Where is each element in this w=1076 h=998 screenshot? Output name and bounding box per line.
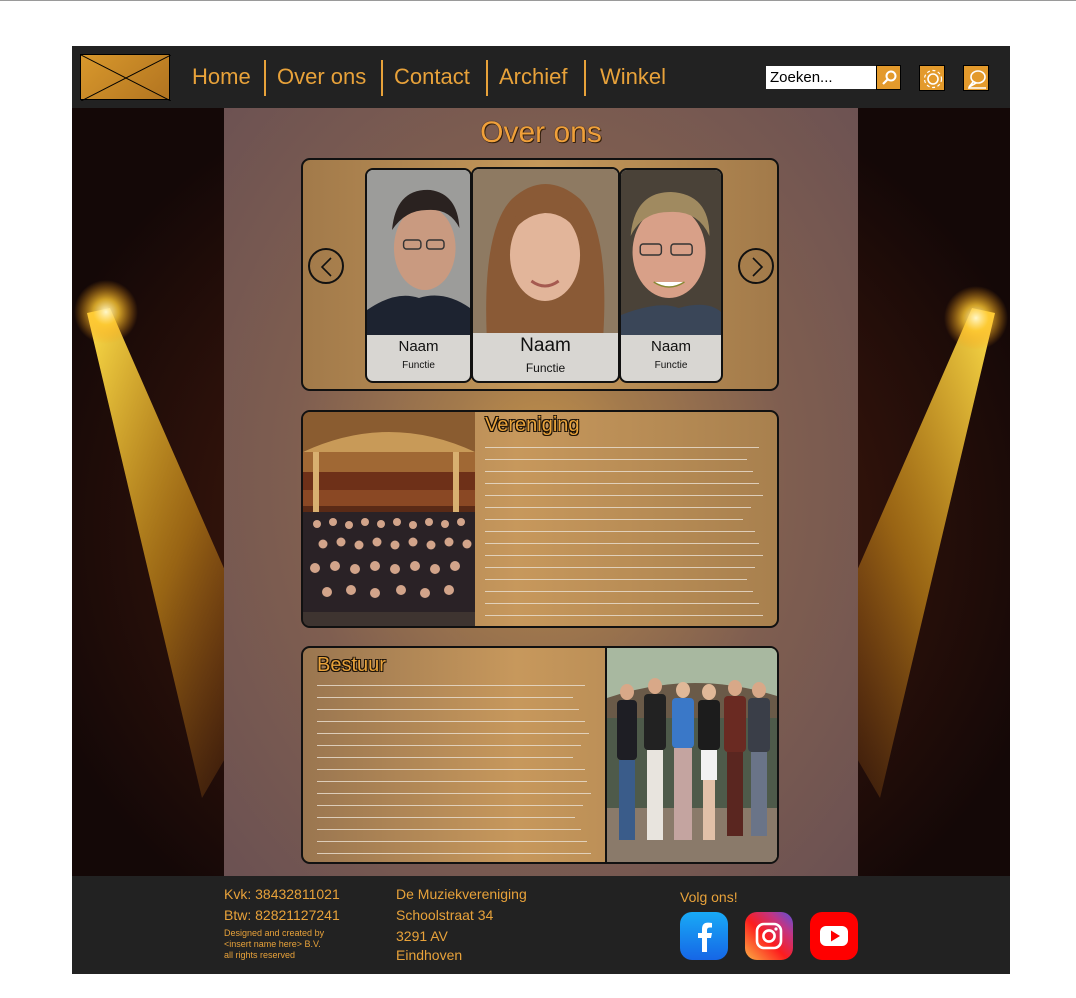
header-nav: Home Over ons Contact Archief Winkel Zoe… <box>72 46 1010 108</box>
address-line: De Muziekvereniging <box>396 886 527 902</box>
top-divider <box>0 0 1076 1</box>
logo-placeholder-icon[interactable] <box>80 54 171 101</box>
search-icon[interactable] <box>876 65 901 90</box>
team-member-card-active[interactable]: Naam Functie <box>471 167 620 383</box>
member-role: Functie <box>525 361 566 375</box>
team-member-card[interactable]: Naam Functie <box>365 168 472 383</box>
member-name: Naam <box>650 338 691 355</box>
address-line: Eindhoven <box>396 947 463 963</box>
nav-divider <box>381 60 383 96</box>
portrait-image <box>367 170 470 335</box>
nav-divider <box>584 60 586 96</box>
nav-archief[interactable]: Archief <box>499 64 567 90</box>
address-line: 3291 AV <box>396 928 448 944</box>
facebook-icon[interactable] <box>680 912 728 960</box>
member-role: Functie <box>654 360 688 371</box>
section-title: Bestuur <box>317 654 386 676</box>
member-role: Functie <box>402 360 435 371</box>
page-title: Over ons <box>480 116 602 149</box>
portrait-image <box>621 170 721 335</box>
search-input[interactable]: Zoeken... <box>765 65 877 90</box>
address-line: Schoolstraat 34 <box>396 907 494 923</box>
stage-background: Over ons Naam Functie Naam Functie Naam … <box>72 108 1010 876</box>
team-member-card[interactable]: Naam Functie <box>619 168 723 383</box>
credits-line: Designed and created by <box>224 928 325 938</box>
vereniging-section: Vereniging <box>301 410 779 628</box>
nav-winkel[interactable]: Winkel <box>600 64 666 90</box>
footer: Kvk: 38432811021 Btw: 82821127241 Design… <box>72 876 1010 974</box>
btw-number: Btw: 82821127241 <box>224 907 340 923</box>
credits-line: all rights reserved <box>224 950 296 960</box>
instagram-icon[interactable] <box>745 912 793 960</box>
settings-icon[interactable] <box>919 65 945 91</box>
nav-home[interactable]: Home <box>192 64 251 90</box>
page-frame: Home Over ons Contact Archief Winkel Zoe… <box>72 46 1010 974</box>
team-carousel: Naam Functie Naam Functie Naam Functie <box>301 158 779 391</box>
nav-divider <box>264 60 266 96</box>
follow-label: Volg ons! <box>680 889 738 905</box>
chevron-left-icon[interactable] <box>308 248 344 284</box>
portrait-image <box>473 169 618 333</box>
chevron-right-icon[interactable] <box>738 248 774 284</box>
content-panel: Over ons Naam Functie Naam Functie Naam … <box>224 108 858 876</box>
credits-line: <insert name here> B.V. <box>224 939 321 949</box>
nav-divider <box>486 60 488 96</box>
board-group-photo <box>605 648 777 862</box>
section-title: Vereniging <box>485 414 580 436</box>
member-name: Naam <box>398 338 439 355</box>
nav-over-ons[interactable]: Over ons <box>277 64 366 90</box>
theatre-group-photo <box>303 412 475 626</box>
chat-icon[interactable] <box>963 65 989 91</box>
kvk-number: Kvk: 38432811021 <box>224 886 340 902</box>
nav-contact[interactable]: Contact <box>394 64 470 90</box>
bestuur-section: Bestuur <box>301 646 779 864</box>
member-name: Naam <box>520 335 571 356</box>
youtube-icon[interactable] <box>810 912 858 960</box>
